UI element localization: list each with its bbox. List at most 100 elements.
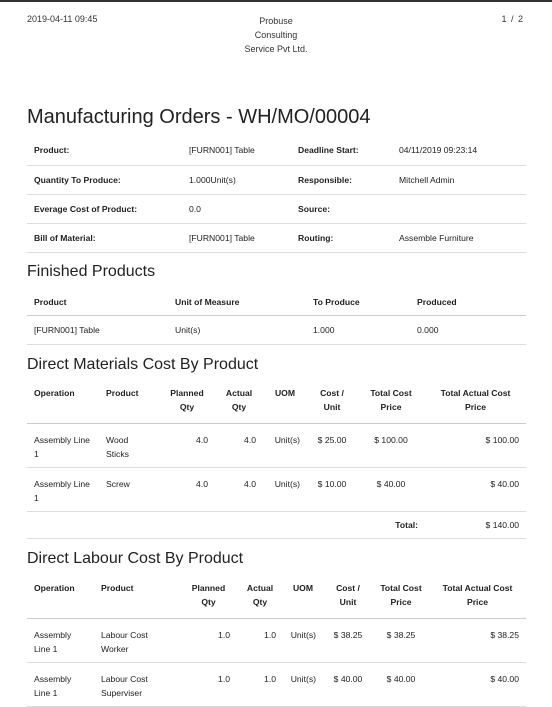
info-label: Quantity To Produce: [34, 174, 121, 185]
column-header: Cost / Unit [307, 383, 357, 424]
table-row: Assembly Line 1 Labour Cost Superviser 1… [27, 662, 526, 707]
info-label: Bill of Material: [34, 232, 96, 243]
table-cell: Unit(s) [263, 423, 307, 468]
total-value: $ 140.00 [425, 511, 526, 539]
info-label: Routing: [298, 232, 334, 243]
column-header: UOM [283, 578, 323, 619]
table-row: Assembly Line 1 Screw 4.0 4.0 Unit(s) $ … [27, 467, 526, 512]
labour-cost-table: Operation Product Planned Qty Actual Qty… [27, 578, 526, 707]
info-value: Mitchell Admin [399, 174, 455, 185]
table-cell: 4.0 [159, 467, 215, 512]
table-row: Assembly Line 1 Labour Cost Worker 1.0 1… [27, 618, 526, 663]
info-row: Product: [FURN001] Table Deadline Start:… [27, 136, 526, 165]
finished-products-table: Product Unit of Measure To Produce Produ… [27, 288, 526, 345]
table-cell: $ 10.00 [307, 467, 357, 512]
table-cell: 0.000 [410, 315, 526, 345]
table-cell: Labour Cost Worker [94, 618, 180, 663]
info-value: [FURN001] Table [189, 145, 255, 156]
info-label: Source: [298, 203, 330, 214]
table-cell: 4.0 [215, 423, 263, 468]
table-cell: 1.0 [180, 618, 237, 663]
table-cell: Assembly Line 1 [27, 423, 99, 468]
table-cell: Assembly Line 1 [27, 662, 94, 707]
finished-products-title: Finished Products [27, 263, 156, 280]
table-cell: Labour Cost Superviser [94, 662, 180, 707]
info-value [392, 194, 526, 223]
order-info-table: Product: [FURN001] Table Deadline Start:… [27, 136, 526, 253]
company-name-line2: Consulting [254, 30, 298, 40]
column-header: Total Actual Cost Price [429, 578, 526, 619]
column-header: Product [99, 383, 159, 424]
info-value: Assemble Furniture [399, 232, 474, 243]
print-datetime: 2019-04-11 09:45 [27, 14, 98, 24]
info-label: Product: [34, 145, 70, 156]
column-header: Product [94, 578, 180, 619]
table-cell: Unit(s) [263, 467, 307, 512]
table-header-row: Product Unit of Measure To Produce Produ… [27, 288, 526, 316]
table-cell: $ 40.00 [429, 662, 526, 707]
column-header: Total Actual Cost Price [425, 383, 526, 424]
total-label: Total: [357, 511, 425, 539]
table-cell: $ 100.00 [357, 423, 425, 468]
column-header: Operation [27, 578, 94, 619]
table-cell: Assembly Line 1 [27, 467, 99, 512]
column-header: To Produce [306, 288, 410, 316]
table-header-row: Operation Product Planned Qty Actual Qty… [27, 383, 526, 424]
column-header: Produced [410, 288, 526, 316]
table-cell: $ 40.00 [357, 467, 425, 512]
company-name: Probuse Consulting Service Pvt Ltd. [226, 14, 326, 56]
total-row: Total: $ 140.00 [27, 511, 526, 539]
column-header: Cost / Unit [323, 578, 373, 619]
table-cell: $ 40.00 [323, 662, 373, 707]
table-row: Assembly Line 1 Wood Sticks 4.0 4.0 Unit… [27, 423, 526, 468]
table-cell: 1.0 [180, 662, 237, 707]
table-header-row: Operation Product Planned Qty Actual Qty… [27, 578, 526, 619]
info-row: Quantity To Produce: 1.000Unit(s) Respon… [27, 165, 526, 194]
table-cell: $ 38.25 [373, 618, 429, 663]
company-name-line3: Service Pvt Ltd. [244, 44, 308, 54]
column-header: Unit of Measure [168, 288, 306, 316]
page-number: 1 / 2 [501, 14, 524, 24]
table-cell: $ 38.25 [323, 618, 373, 663]
info-value: 0.0 [189, 203, 201, 214]
table-cell: 1.0 [237, 662, 283, 707]
table-cell: 4.0 [215, 467, 263, 512]
column-header: Actual Qty [237, 578, 283, 619]
column-header: Planned Qty [159, 383, 215, 424]
table-cell: $ 40.00 [373, 662, 429, 707]
table-cell: 1.000 [306, 315, 410, 345]
info-label: Everage Cost of Product: [34, 203, 138, 214]
column-header: Total Cost Price [357, 383, 425, 424]
table-cell: 4.0 [159, 423, 215, 468]
labour-cost-title: Direct Labour Cost By Product [27, 550, 244, 567]
table-row: [FURN001] Table Unit(s) 1.000 0.000 [27, 315, 526, 345]
table-cell: Unit(s) [283, 662, 323, 707]
table-cell: Screw [99, 467, 159, 512]
company-name-line1: Probuse [259, 16, 293, 26]
column-header: Total Cost Price [373, 578, 429, 619]
column-header: UOM [263, 383, 307, 424]
table-cell: $ 100.00 [425, 423, 526, 468]
info-label: Deadline Start: [298, 145, 359, 156]
table-cell: $ 40.00 [425, 467, 526, 512]
table-cell: $ 25.00 [307, 423, 357, 468]
info-label: Responsible: [298, 174, 352, 185]
info-row: Everage Cost of Product: 0.0 Source: [27, 194, 526, 223]
materials-cost-table: Operation Product Planned Qty Actual Qty… [27, 383, 526, 539]
table-cell: Wood Sticks [99, 423, 159, 468]
table-cell: 1.0 [237, 618, 283, 663]
column-header: Planned Qty [180, 578, 237, 619]
column-header: Actual Qty [215, 383, 263, 424]
info-value: 1.000Unit(s) [189, 174, 236, 185]
column-header: Operation [27, 383, 99, 424]
materials-cost-title: Direct Materials Cost By Product [27, 356, 259, 373]
table-cell: Unit(s) [168, 315, 306, 345]
column-header: Product [27, 288, 168, 316]
info-row: Bill of Material: [FURN001] Table Routin… [27, 223, 526, 252]
table-cell: Assembly Line 1 [27, 618, 94, 663]
table-cell: Unit(s) [283, 618, 323, 663]
table-cell: $ 38.25 [429, 618, 526, 663]
table-cell: [FURN001] Table [27, 315, 168, 345]
info-value: [FURN001] Table [189, 232, 255, 243]
page-title: Manufacturing Orders - WH/MO/00004 [27, 106, 371, 128]
